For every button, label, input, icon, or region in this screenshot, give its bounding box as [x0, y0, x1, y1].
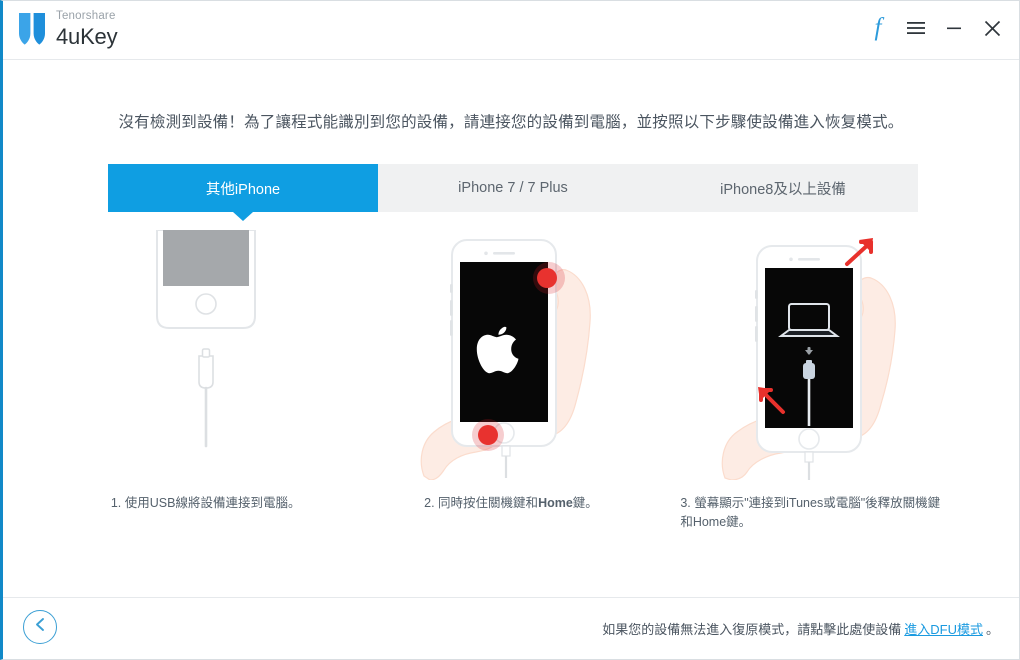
- dfu-hint: 如果您的設備無法進入復原模式，請點擊此處使設備 進入DFU模式。: [602, 619, 999, 638]
- step-2-caption-bold: Home: [538, 496, 573, 510]
- tab-iphone-8-plus-label: iPhone8及以上設備: [720, 181, 846, 198]
- tab-other-iphone[interactable]: 其他iPhone: [108, 164, 378, 221]
- shield-logo-icon: [17, 11, 47, 47]
- iphone-connect-to-itunes-release-illustration: [664, 230, 969, 480]
- tab-iphone-7[interactable]: iPhone 7 / 7 Plus: [378, 164, 648, 212]
- close-icon[interactable]: [981, 16, 1003, 40]
- dfu-hint-suffix: 。: [985, 622, 999, 637]
- enter-dfu-mode-link[interactable]: 進入DFU模式: [904, 622, 983, 637]
- step-1-caption: 1. 使用USB線將設備連接到電腦。: [110, 496, 301, 510]
- device-type-tabs: 其他iPhone iPhone 7 / 7 Plus iPhone8及以上設備: [108, 164, 918, 221]
- step-3: 3. 螢幕顯示"連接到iTunes或電腦"後釋放關機鍵和Home鍵。: [664, 230, 969, 550]
- tab-other-iphone-label: 其他iPhone: [205, 181, 281, 198]
- step-2-caption-prefix: 2. 同時按住關機鍵和: [424, 496, 539, 510]
- dfu-hint-prefix: 如果您的設備無法進入復原模式，請點擊此處使設備: [602, 622, 902, 637]
- page-title: 沒有檢測到設備！為了讓程式能識別到您的設備，請連接您的設備到電腦，並按照以下步驟…: [118, 114, 904, 131]
- chevron-left-icon: [34, 617, 47, 637]
- step-2-caption-suffix: 鍵。: [572, 496, 598, 510]
- tab-active-arrow-icon: [233, 212, 253, 221]
- step-2: 2. 同時按住關機鍵和Home鍵。: [358, 230, 663, 550]
- hamburger-menu-icon[interactable]: [905, 16, 927, 40]
- back-button[interactable]: [23, 610, 57, 644]
- footer-bar: 如果您的設備無法進入復原模式，請點擊此處使設備 進入DFU模式。: [3, 597, 1019, 659]
- main-content: 沒有檢測到設備！為了讓程式能識別到您的設備，請連接您的設備到電腦，並按照以下步驟…: [3, 60, 1019, 598]
- title-bar: Tenorshare 4uKey f: [3, 1, 1019, 60]
- tab-iphone-8-plus[interactable]: iPhone8及以上設備: [648, 164, 918, 212]
- iphone-apple-logo-two-hands-illustration: [358, 230, 663, 480]
- brand-product: 4uKey: [56, 23, 118, 49]
- brand: Tenorshare 4uKey: [17, 10, 118, 49]
- step-3-caption: 3. 螢幕顯示"連接到iTunes或電腦"後釋放關機鍵和Home鍵。: [680, 496, 941, 530]
- app-window: Tenorshare 4uKey f 沒有檢測到設備！為了讓程式能識別到您的設備…: [0, 0, 1020, 660]
- tab-iphone-7-label: iPhone 7 / 7 Plus: [458, 180, 568, 196]
- steps-row: 1. 使用USB線將設備連接到電腦。 2. 同時按住關機鍵和Home鍵。 3. …: [53, 230, 969, 550]
- step-2-caption: 2. 同時按住關機鍵和Home鍵。: [371, 494, 651, 513]
- iphone-bottom-with-cable-illustration: [53, 230, 358, 480]
- step-1: 1. 使用USB線將設備連接到電腦。: [53, 230, 358, 550]
- brand-text: Tenorshare 4uKey: [56, 10, 118, 49]
- window-controls: f: [867, 15, 1003, 41]
- minimize-icon[interactable]: [943, 16, 965, 40]
- brand-company: Tenorshare: [56, 10, 116, 22]
- facebook-icon[interactable]: f: [867, 15, 889, 41]
